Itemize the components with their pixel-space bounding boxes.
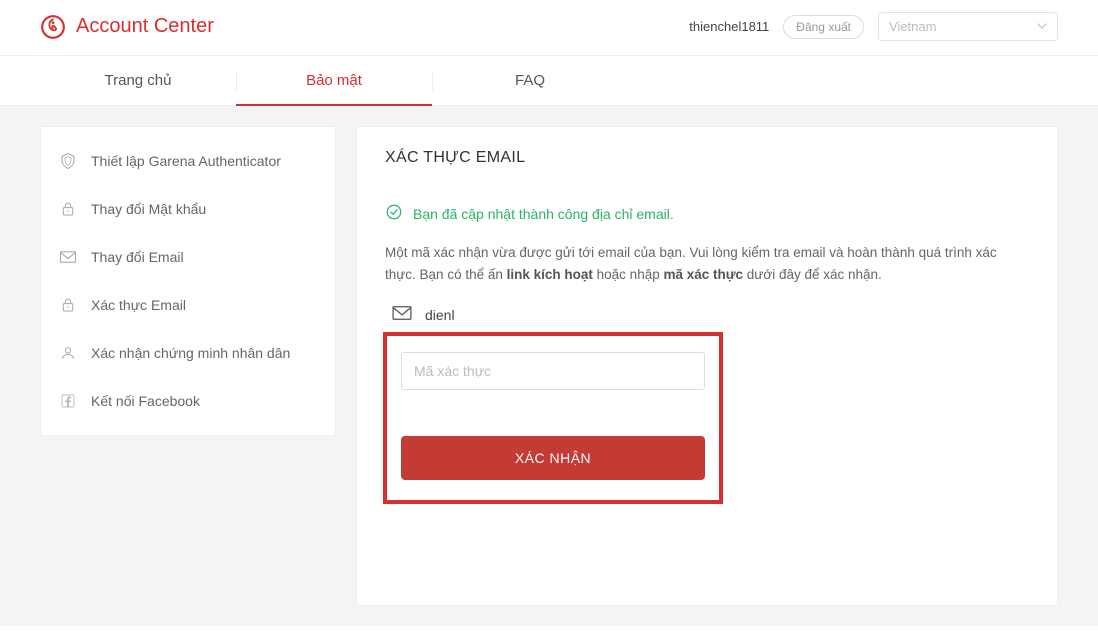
sidebar-item-authenticator[interactable]: Thiết lập Garena Authenticator <box>41 137 335 185</box>
sidebar: Thiết lập Garena Authenticator Thay đổi … <box>40 126 336 436</box>
content-title: XÁC THỰC EMAIL <box>385 149 1029 167</box>
tab-home[interactable]: Trang chủ <box>40 56 236 105</box>
check-circle-icon <box>385 203 403 224</box>
sidebar-item-label: Thiết lập Garena Authenticator <box>91 153 281 169</box>
country-select[interactable]: Vietnam <box>878 12 1058 41</box>
tab-security[interactable]: Bảo mật <box>236 56 432 105</box>
logout-button[interactable]: Đăng xuất <box>783 15 864 39</box>
main: Thiết lập Garena Authenticator Thay đổi … <box>0 106 1098 626</box>
confirm-button[interactable]: XÁC NHẬN <box>401 436 705 480</box>
verification-box: XÁC NHẬN <box>383 332 723 504</box>
sidebar-item-label: Xác nhận chứng minh nhân dân <box>91 345 290 361</box>
user-icon <box>59 344 77 362</box>
username: thienchel1811 <box>689 19 769 34</box>
sidebar-item-connect-facebook[interactable]: Kết nối Facebook <box>41 377 335 425</box>
success-message-row: Bạn đã cập nhật thành công địa chỉ email… <box>385 203 1029 224</box>
content-panel: XÁC THỰC EMAIL Bạn đã cập nhật thành côn… <box>356 126 1058 606</box>
lock-icon <box>59 296 77 314</box>
link-activation-bold: link kích hoạt <box>507 267 593 282</box>
tab-faq[interactable]: FAQ <box>432 56 628 105</box>
email-display-row: dienl <box>385 305 1029 324</box>
sidebar-item-verify-id[interactable]: Xác nhận chứng minh nhân dân <box>41 329 335 377</box>
instruction-text: Một mã xác nhận vừa được gửi tới email c… <box>385 242 1029 285</box>
instruction-mid: hoặc nhập <box>593 267 664 282</box>
sidebar-item-label: Xác thực Email <box>91 297 186 313</box>
header: Account Center thienchel1811 Đăng xuất V… <box>0 0 1098 56</box>
facebook-icon <box>59 392 77 410</box>
code-bold: mã xác thực <box>663 267 743 282</box>
sidebar-item-label: Kết nối Facebook <box>91 393 200 409</box>
shield-icon <box>59 152 77 170</box>
instruction-end: dưới đây để xác nhận. <box>743 267 882 282</box>
sidebar-item-label: Thay đổi Mật khẩu <box>91 201 206 217</box>
garena-logo-icon <box>40 14 66 40</box>
brand-title: Account Center <box>76 15 214 38</box>
chevron-down-icon <box>1037 19 1047 34</box>
sidebar-item-change-password[interactable]: Thay đổi Mật khẩu <box>41 185 335 233</box>
sidebar-item-label: Thay đổi Email <box>91 249 184 265</box>
country-select-label: Vietnam <box>889 19 936 34</box>
tabs: Trang chủ Bảo mật FAQ <box>0 56 1098 106</box>
email-display-text: dienl <box>425 307 455 323</box>
sidebar-item-verify-email[interactable]: Xác thực Email <box>41 281 335 329</box>
header-left: Account Center <box>40 14 214 40</box>
envelope-icon <box>391 305 413 324</box>
header-right: thienchel1811 Đăng xuất Vietnam <box>689 12 1058 41</box>
verification-code-input[interactable] <box>401 352 705 390</box>
sidebar-item-change-email[interactable]: Thay đổi Email <box>41 233 335 281</box>
success-message-text: Bạn đã cập nhật thành công địa chỉ email… <box>413 206 674 222</box>
envelope-icon <box>59 248 77 266</box>
lock-icon <box>59 200 77 218</box>
